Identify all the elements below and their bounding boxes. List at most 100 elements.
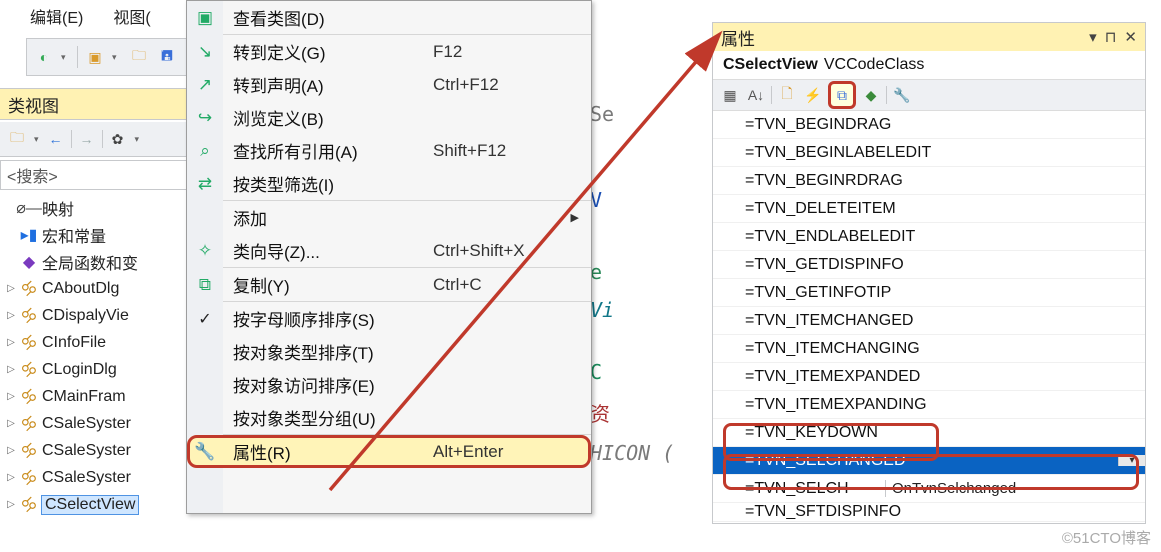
tree-item[interactable]: ▷🝰CSaleSyster — [0, 437, 186, 464]
tree-item-cselectview[interactable]: ▷🝰CSelectView — [0, 491, 186, 518]
tree-item[interactable]: ⌀⁠—映射 — [0, 194, 186, 221]
nav-back-icon[interactable]: ◐ — [33, 46, 55, 68]
tree-twisty[interactable]: ▷ — [6, 472, 16, 483]
event-row-selected[interactable]: =TVN_SELCHANGED▾ — [713, 447, 1145, 475]
class-view-search[interactable]: <搜索> — [0, 160, 200, 190]
property-pages-icon[interactable]: 🔧 — [891, 84, 913, 106]
context-menu-item[interactable]: ✧类向导(Z)...Ctrl+Shift+X — [187, 234, 591, 267]
properties-event-list[interactable]: =TVN_BEGINDRAG=TVN_BEGINLABELEDIT=TVN_BE… — [713, 111, 1145, 522]
tree-item-label: 映射 — [42, 196, 74, 220]
settings-icon[interactable]: ✿ — [107, 128, 129, 150]
dropdown-icon[interactable]: ▾ — [112, 52, 122, 63]
new-folder-icon[interactable]: 🗀 — [6, 128, 28, 150]
event-row[interactable]: =TVN_BEGINRDRAG — [713, 167, 1145, 195]
event-row[interactable]: =TVN_GETINFOTIP — [713, 279, 1145, 307]
close-icon[interactable]: ✕ — [1124, 28, 1137, 46]
dropdown-icon[interactable]: ▾ — [133, 134, 142, 145]
separator — [886, 86, 887, 104]
context-menu-item[interactable]: ⇄按类型筛选(I) — [187, 167, 591, 200]
event-add-handler[interactable]: OnTvnSelchanged — [885, 480, 1070, 497]
tree-twisty[interactable]: ▷ — [6, 418, 16, 429]
tree-item[interactable]: ▷🝰CDispalyVie — [0, 302, 186, 329]
events-icon[interactable]: ⚡ — [802, 84, 824, 106]
tree-item-label: 全局函数和变 — [42, 250, 138, 274]
context-menu-item[interactable]: ↗转到声明(A)Ctrl+F12 — [187, 68, 591, 101]
dropdown-icon[interactable]: ▾ — [32, 134, 41, 145]
context-menu-label: 浏览定义(B) — [223, 105, 433, 130]
tree-item[interactable]: ◆全局函数和变 — [0, 248, 186, 275]
tree-item-label: 宏和常量 — [42, 223, 106, 247]
tree-twisty[interactable]: ▷ — [6, 310, 16, 321]
tree-item[interactable]: ▷🝰CSaleSyster — [0, 464, 186, 491]
overrides-icon[interactable]: ◆ — [860, 84, 882, 106]
tree-item[interactable]: ▷🝰CLoginDlg — [0, 356, 186, 383]
properties-icon[interactable]: 🗋 — [776, 84, 798, 106]
search-placeholder: <搜索> — [7, 163, 58, 187]
tree-item[interactable]: ▷🝰CMainFram — [0, 383, 186, 410]
context-menu-item[interactable]: 添加▶ — [187, 201, 591, 234]
dropdown-icon[interactable]: ▾ — [61, 52, 71, 63]
tree-twisty[interactable]: ▷ — [6, 499, 16, 510]
tree-item[interactable]: ▸▮宏和常量 — [0, 221, 186, 248]
context-menu-items: ▣查看类图(D)↘转到定义(G)F12↗转到声明(A)Ctrl+F12↪浏览定义… — [187, 1, 591, 468]
event-row[interactable]: =TVN_SFTDISPINFO — [713, 503, 1145, 522]
tree-item-label: CMainFram — [42, 388, 126, 406]
properties-title-label: 属性 — [721, 25, 755, 50]
event-row[interactable]: =TVN_ITEMCHANGED — [713, 307, 1145, 335]
context-menu-item[interactable]: ↘转到定义(G)F12 — [187, 35, 591, 68]
tree-twisty[interactable]: ▷ — [6, 337, 16, 348]
alphabetical-icon[interactable]: A↓ — [745, 84, 767, 106]
context-menu-label: 按对象类型排序(T) — [223, 339, 433, 364]
context-menu-item[interactable]: 按对象访问排序(E) — [187, 368, 591, 401]
event-row-add[interactable]: =TVN_SELCH OnTvnSelchanged — [713, 475, 1145, 503]
context-menu-item[interactable]: 按对象类型分组(U) — [187, 401, 591, 434]
event-name: =TVN_DELETEITEM — [731, 200, 1145, 218]
wrench-icon: 🔧 — [187, 442, 223, 462]
context-menu-item[interactable]: ▣查看类图(D) — [187, 1, 591, 34]
tree-twisty[interactable]: ▷ — [6, 445, 16, 456]
tree-item[interactable]: ▷🝰CInfoFile — [0, 329, 186, 356]
properties-toolbar: ▦ A↓ 🗋 ⚡ ⧉ ◆ 🔧 — [713, 80, 1145, 111]
messages-icon[interactable]: ⧉ — [828, 81, 856, 109]
context-menu-item[interactable]: ↪浏览定义(B) — [187, 101, 591, 134]
event-row[interactable]: =TVN_BEGINLABELEDIT — [713, 139, 1145, 167]
tree-twisty[interactable]: ▷ — [6, 364, 16, 375]
tree-item[interactable]: ▷🝰CAboutDlg — [0, 275, 186, 302]
dropdown-icon[interactable]: ▾ — [1089, 28, 1097, 46]
tree-twisty[interactable]: ▷ — [6, 391, 16, 402]
tree-twisty[interactable]: ▷ — [6, 283, 16, 294]
tree-item-label: CAboutDlg — [42, 280, 119, 298]
context-menu-item[interactable]: 按字母顺序排序(S) — [187, 302, 591, 335]
event-name: =TVN_SELCHANGED — [731, 452, 1118, 470]
separator — [102, 130, 103, 148]
class-view-tree[interactable]: ⌀⁠—映射▸▮宏和常量◆全局函数和变▷🝰CAboutDlg▷🝰CDispalyV… — [0, 194, 186, 524]
context-menu-shortcut: F12 — [433, 42, 462, 62]
event-row[interactable]: =TVN_ITEMEXPANDING — [713, 391, 1145, 419]
context-menu-item[interactable]: ⌕查找所有引用(A)Shift+F12 — [187, 134, 591, 167]
context-menu-label: 复制(Y) — [223, 272, 433, 297]
menu-bar[interactable]: 编辑(E) 视图( — [30, 4, 151, 28]
event-row[interactable]: =TVN_BEGINDRAG — [713, 111, 1145, 139]
new-project-icon[interactable]: ▣ — [84, 46, 106, 68]
context-menu-item[interactable]: 🔧属性(R)Alt+Enter — [187, 435, 591, 468]
pin-icon[interactable]: ⊓ — [1105, 28, 1117, 46]
event-row[interactable]: =TVN_ENDLABELEDIT — [713, 223, 1145, 251]
save-all-icon[interactable]: 🖪 — [156, 46, 178, 68]
categorized-icon[interactable]: ▦ — [719, 84, 741, 106]
watermark: ©51CTO博客 — [1062, 527, 1151, 548]
menu-view[interactable]: 视图( — [113, 4, 150, 28]
back-icon[interactable]: ← — [45, 128, 67, 150]
dropdown-icon[interactable]: ▾ — [1118, 455, 1145, 466]
context-menu-item[interactable]: 按对象类型排序(T) — [187, 335, 591, 368]
menu-edit[interactable]: 编辑(E) — [30, 4, 83, 28]
event-row[interactable]: =TVN_ITEMEXPANDED — [713, 363, 1145, 391]
event-row[interactable]: =TVN_DELETEITEM — [713, 195, 1145, 223]
context-menu-item[interactable]: ⧉复制(Y)Ctrl+C — [187, 268, 591, 301]
tree-item[interactable]: ▷🝰CSaleSyster — [0, 410, 186, 437]
event-row[interactable]: =TVN_KEYDOWN — [713, 419, 1145, 447]
event-row[interactable]: =TVN_ITEMCHANGING — [713, 335, 1145, 363]
event-row[interactable]: =TVN_GETDISPINFO — [713, 251, 1145, 279]
forward-icon[interactable]: → — [76, 128, 98, 150]
context-menu-label: 转到声明(A) — [223, 72, 433, 97]
open-icon[interactable]: 🗀 — [128, 46, 150, 68]
